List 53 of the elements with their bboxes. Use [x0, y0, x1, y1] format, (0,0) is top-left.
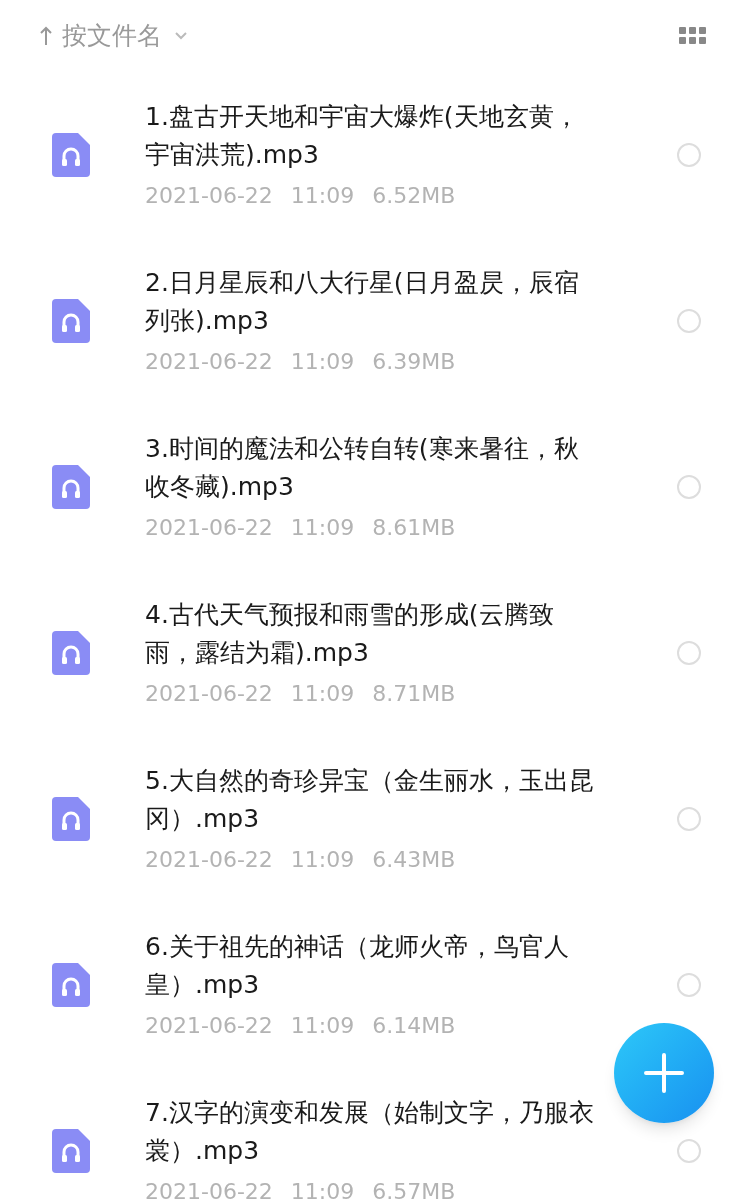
file-size: 6.39MB — [372, 348, 456, 376]
file-name: 7.汉字的演变和发展（始制文字，乃服衣裳）.mp3 — [145, 1097, 595, 1167]
audio-file-icon — [52, 797, 90, 841]
file-date: 2021-06-22 — [145, 182, 273, 210]
file-time: 11:09 — [290, 514, 355, 542]
file-time: 11:09 — [290, 1012, 355, 1040]
audio-file-icon — [52, 963, 90, 1007]
file-date: 2021-06-22 — [145, 514, 273, 542]
select-radio[interactable] — [677, 807, 701, 831]
file-date: 2021-06-22 — [145, 1012, 273, 1040]
select-radio[interactable] — [677, 1139, 701, 1163]
audio-file-icon — [52, 1129, 90, 1173]
chevron-down-icon — [174, 31, 188, 41]
grid-view-icon[interactable] — [679, 27, 707, 45]
file-size: 6.57MB — [372, 1178, 456, 1200]
file-size: 8.71MB — [372, 680, 456, 708]
file-row[interactable]: 6.关于祖先的神话（龙师火帝，鸟官人皇）.mp3 2021-06-22 11:09 6.14MB — [0, 902, 747, 1068]
file-time: 11:09 — [290, 846, 355, 874]
file-time: 11:09 — [290, 1178, 355, 1200]
file-time: 11:09 — [290, 182, 355, 210]
select-radio[interactable] — [677, 973, 701, 997]
file-name: 1.盘古开天地和宇宙大爆炸(天地玄黄，宇宙洪荒).mp3 — [145, 101, 580, 171]
file-row[interactable]: 3.时间的魔法和公转自转(寒来暑往，秋收冬藏).mp3 2021-06-22 11:09 8.61MB — [0, 404, 747, 570]
file-name: 6.关于祖先的神话（龙师火帝，鸟官人皇）.mp3 — [145, 931, 570, 1001]
file-name: 4.古代天气预报和雨雪的形成(云腾致雨，露结为霜).mp3 — [145, 599, 555, 669]
file-date: 2021-06-22 — [145, 680, 273, 708]
file-time: 11:09 — [290, 680, 355, 708]
file-name: 3.时间的魔法和公转自转(寒来暑往，秋收冬藏).mp3 — [145, 433, 580, 503]
file-time: 11:09 — [290, 348, 355, 376]
file-row[interactable]: 5.大自然的奇珍异宝（金生丽水，玉出昆冈）.mp3 2021-06-22 11:09 6.43MB — [0, 736, 747, 902]
file-size: 6.14MB — [372, 1012, 456, 1040]
select-radio[interactable] — [677, 309, 701, 333]
select-radio[interactable] — [677, 143, 701, 167]
file-name: 5.大自然的奇珍异宝（金生丽水，玉出昆冈）.mp3 — [145, 765, 595, 835]
select-radio[interactable] — [677, 641, 701, 665]
audio-file-icon — [52, 133, 90, 177]
file-row[interactable]: 2.日月星辰和八大行星(日月盈昃，辰宿列张).mp3 2021-06-22 11:09 6.39MB — [0, 238, 747, 404]
file-date: 2021-06-22 — [145, 1178, 273, 1200]
audio-file-icon — [52, 465, 90, 509]
file-row[interactable]: 1.盘古开天地和宇宙大爆炸(天地玄黄，宇宙洪荒).mp3 2021-06-22 11:09 6.52MB — [0, 72, 747, 238]
select-radio[interactable] — [677, 475, 701, 499]
file-date: 2021-06-22 — [145, 846, 273, 874]
audio-file-icon — [52, 631, 90, 675]
file-size: 8.61MB — [372, 514, 456, 542]
file-name: 2.日月星辰和八大行星(日月盈昃，辰宿列张).mp3 — [145, 267, 580, 337]
audio-file-icon — [52, 299, 90, 343]
file-size: 6.43MB — [372, 846, 456, 874]
sort-arrow-icon[interactable] — [40, 26, 52, 46]
file-row[interactable]: 7.汉字的演变和发展（始制文字，乃服衣裳）.mp3 2021-06-22 11:09 6.57MB — [0, 1068, 747, 1200]
file-row[interactable]: 4.古代天气预报和雨雪的形成(云腾致雨，露结为霜).mp3 2021-06-22 11:09 8.71MB — [0, 570, 747, 736]
file-date: 2021-06-22 — [145, 348, 273, 376]
plus-icon — [644, 1053, 684, 1093]
file-size: 6.52MB — [372, 182, 456, 210]
